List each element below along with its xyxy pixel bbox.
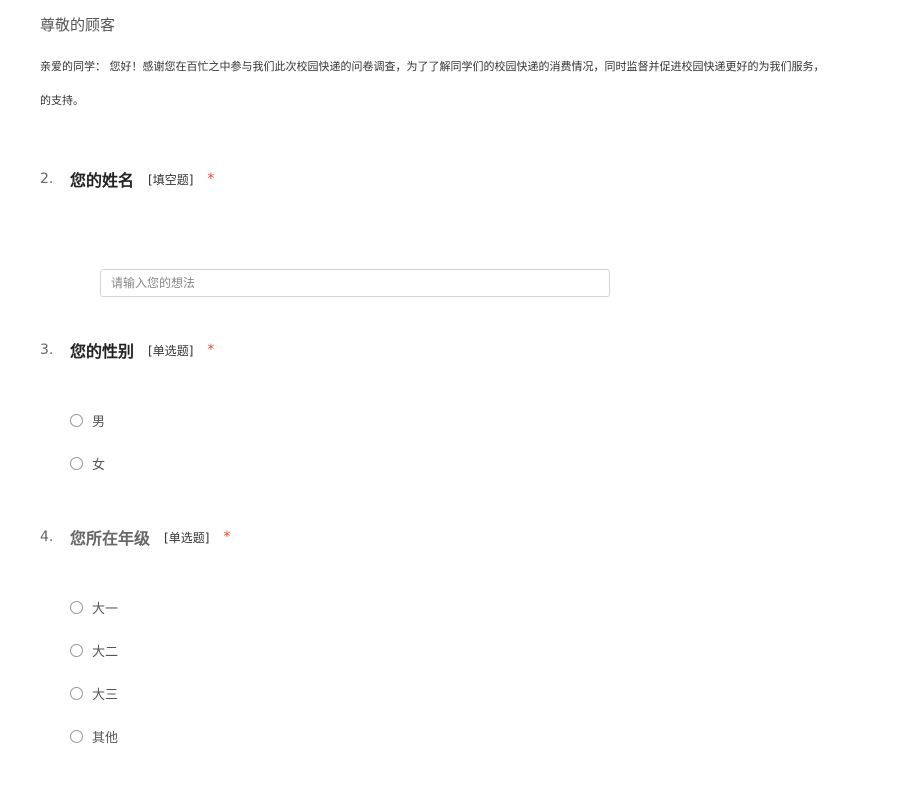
radio-option-male[interactable]: 男 (70, 411, 106, 430)
radio-option-junior[interactable]: 大三 (70, 684, 119, 703)
radio-circle-icon[interactable] (70, 456, 83, 470)
radio-option-freshman[interactable]: 大一 (70, 598, 119, 617)
radio-circle-icon[interactable] (70, 686, 83, 700)
radio-circle-icon[interactable] (70, 600, 83, 614)
question-number: 3. (40, 342, 54, 358)
name-input[interactable] (100, 269, 610, 297)
option-label: 大一 (92, 601, 119, 617)
radio-circle-icon[interactable] (70, 643, 83, 657)
option-label: 女 (92, 457, 106, 473)
question-type: [单选题] (148, 343, 194, 358)
greeting-title: 尊敬的顾客 (40, 16, 116, 34)
question-title: 您所在年级 (70, 529, 151, 548)
required-marker: * (223, 529, 231, 545)
option-label: 其他 (92, 730, 119, 746)
required-marker: * (207, 342, 215, 358)
question-grade-header: 4. 您所在年级 [单选题] * (40, 525, 230, 549)
radio-option-female[interactable]: 女 (70, 454, 106, 473)
option-label: 大二 (92, 644, 119, 660)
radio-option-sophomore[interactable]: 大二 (70, 641, 119, 660)
required-marker: * (207, 171, 215, 187)
question-number: 2. (40, 171, 54, 187)
option-label: 男 (92, 414, 106, 430)
radio-circle-icon[interactable] (70, 413, 83, 427)
question-title: 您的姓名 (70, 171, 135, 190)
question-number: 4. (40, 529, 54, 545)
option-label: 大三 (92, 687, 119, 703)
question-name-header: 2. 您的姓名 [填空题] * (40, 167, 214, 191)
question-gender-header: 3. 您的性别 [单选题] * (40, 338, 214, 362)
radio-circle-icon[interactable] (70, 729, 83, 743)
intro-text-line-1: 亲爱的同学： 您好！感谢您在百忙之中参与我们此次校园快递的问卷调查，为了了解同学… (40, 60, 825, 73)
radio-option-other[interactable]: 其他 (70, 727, 119, 746)
question-type: [填空题] (148, 172, 194, 187)
intro-text-line-2: 的支持。 (40, 94, 84, 107)
question-title: 您的性别 (70, 342, 135, 361)
question-type: [单选题] (164, 530, 210, 545)
